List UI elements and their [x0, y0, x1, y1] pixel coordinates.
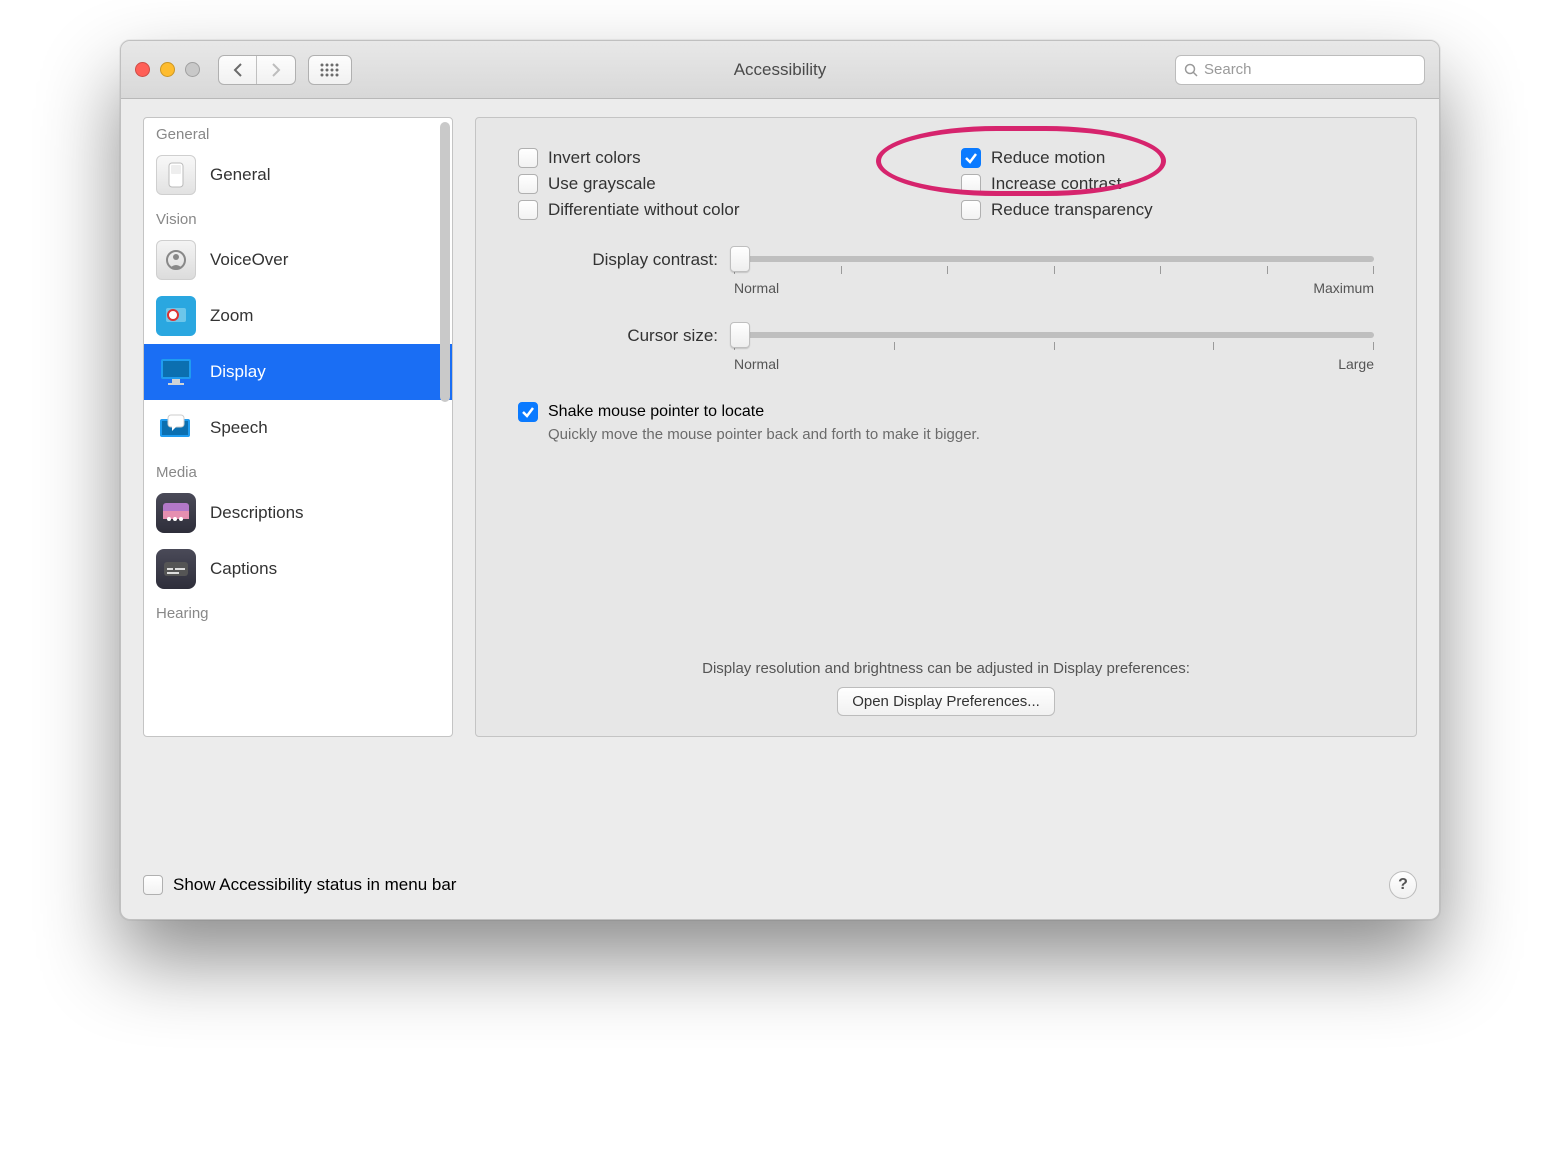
category-sidebar: General General Vision VoiceOver [143, 117, 453, 737]
cursor-size-slider[interactable]: Normal Large [734, 324, 1374, 372]
footer: Show Accessibility status in menu bar ? [121, 855, 1439, 919]
display-prefs-note: Display resolution and brightness can be… [518, 660, 1374, 677]
sidebar-item-label: Display [210, 362, 266, 382]
sidebar-header-vision: Vision [144, 203, 452, 232]
check-icon [964, 151, 978, 165]
slider-min-label: Normal [734, 280, 779, 296]
sidebar-item-label: Zoom [210, 306, 253, 326]
checkbox-label: Show Accessibility status in menu bar [173, 875, 456, 895]
sidebar-item-label: VoiceOver [210, 250, 288, 270]
forward-button[interactable] [257, 56, 295, 84]
titlebar: Accessibility [121, 41, 1439, 99]
display-icon [159, 357, 193, 387]
sidebar-item-captions[interactable]: Captions [144, 541, 452, 597]
preferences-window: Accessibility General General Vision [120, 40, 1440, 920]
increase-contrast-checkbox[interactable]: Increase contrast [961, 174, 1374, 194]
sidebar-item-speech[interactable]: Speech [144, 400, 452, 456]
switch-icon [167, 162, 185, 188]
traffic-lights [135, 62, 200, 77]
search-input[interactable] [1204, 61, 1416, 78]
slider-min-label: Normal [734, 356, 779, 372]
sidebar-item-zoom[interactable]: Zoom [144, 288, 452, 344]
sidebar-header-general: General [144, 118, 452, 147]
invert-colors-checkbox[interactable]: Invert colors [518, 148, 931, 168]
sidebar-scrollbar[interactable] [440, 122, 450, 402]
search-field-wrapper[interactable] [1175, 55, 1425, 85]
slider-thumb[interactable] [730, 322, 750, 348]
differentiate-without-color-checkbox[interactable]: Differentiate without color [518, 200, 931, 220]
shake-pointer-hint: Quickly move the mouse pointer back and … [548, 426, 1374, 443]
shake-pointer-section: Shake mouse pointer to locate Quickly mo… [518, 402, 1374, 443]
cursor-size-row: Cursor size: Normal Large [518, 324, 1374, 372]
zoom-window-button[interactable] [185, 62, 200, 77]
checkbox-label: Use grayscale [548, 174, 656, 194]
use-grayscale-checkbox[interactable]: Use grayscale [518, 174, 931, 194]
close-window-button[interactable] [135, 62, 150, 77]
slider-thumb[interactable] [730, 246, 750, 272]
display-contrast-row: Display contrast: Normal Maximum [518, 248, 1374, 296]
sidebar-header-hearing: Hearing [144, 597, 452, 626]
sidebar-item-label: Descriptions [210, 503, 304, 523]
help-button[interactable]: ? [1389, 871, 1417, 899]
display-contrast-label: Display contrast: [518, 248, 718, 270]
reduce-motion-checkbox[interactable]: Reduce motion [961, 148, 1374, 168]
display-prefs-note-section: Display resolution and brightness can be… [518, 660, 1374, 716]
checkbox-label: Reduce motion [991, 148, 1105, 168]
sidebar-item-display[interactable]: Display [144, 344, 452, 400]
sidebar-item-general[interactable]: General [144, 147, 452, 203]
display-contrast-slider[interactable]: Normal Maximum [734, 248, 1374, 296]
settings-pane: Invert colors Reduce motion Use grayscal… [475, 117, 1417, 737]
captions-icon [161, 559, 191, 579]
open-display-preferences-button[interactable]: Open Display Preferences... [837, 687, 1055, 716]
checkbox-label: Increase contrast [991, 174, 1121, 194]
display-options-grid: Invert colors Reduce motion Use grayscal… [518, 148, 1374, 220]
show-status-menubar-checkbox[interactable]: Show Accessibility status in menu bar [143, 875, 456, 895]
checkbox-label: Reduce transparency [991, 200, 1153, 220]
sidebar-item-label: Speech [210, 418, 268, 438]
checkbox-label: Differentiate without color [548, 200, 740, 220]
minimize-window-button[interactable] [160, 62, 175, 77]
shake-pointer-checkbox[interactable]: Shake mouse pointer to locate [518, 402, 1374, 422]
show-all-button[interactable] [308, 55, 352, 85]
checkbox-label: Shake mouse pointer to locate [548, 403, 764, 421]
slider-max-label: Maximum [1313, 280, 1374, 296]
back-button[interactable] [219, 56, 257, 84]
content-area: General General Vision VoiceOver [121, 99, 1439, 855]
search-icon [1184, 63, 1198, 77]
sidebar-item-label: Captions [210, 559, 277, 579]
reduce-transparency-checkbox[interactable]: Reduce transparency [961, 200, 1374, 220]
zoom-icon [163, 303, 189, 329]
speech-icon [158, 413, 194, 443]
sidebar-header-media: Media [144, 456, 452, 485]
descriptions-icon [161, 501, 191, 525]
voiceover-icon [164, 248, 188, 272]
slider-max-label: Large [1338, 356, 1374, 372]
check-icon [521, 405, 535, 419]
sidebar-item-descriptions[interactable]: Descriptions [144, 485, 452, 541]
cursor-size-label: Cursor size: [518, 324, 718, 346]
sidebar-item-label: General [210, 165, 270, 185]
nav-back-forward [218, 55, 296, 85]
checkbox-label: Invert colors [548, 148, 641, 168]
sidebar-item-voiceover[interactable]: VoiceOver [144, 232, 452, 288]
